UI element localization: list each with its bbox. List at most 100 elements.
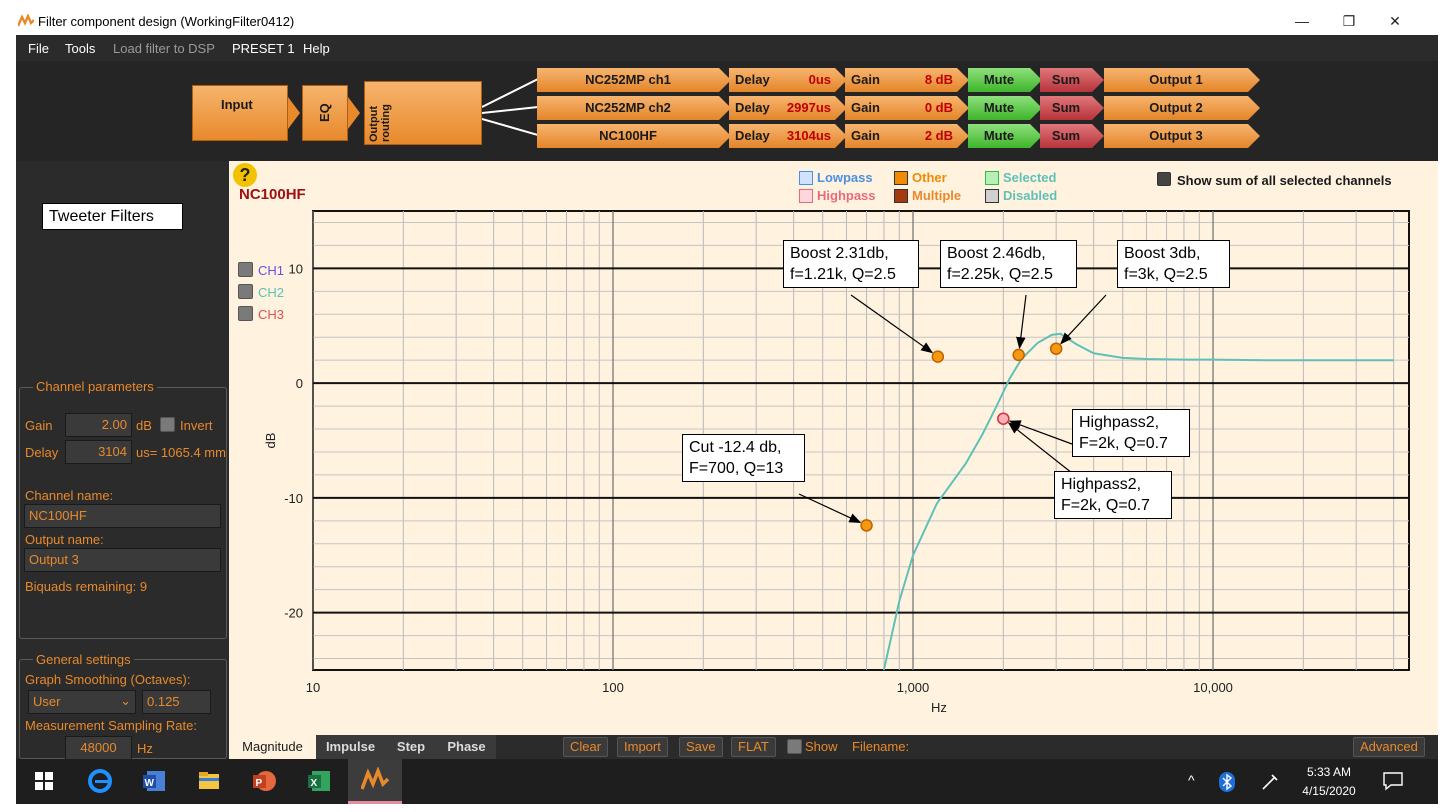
delay-input[interactable]: 3104 <box>65 440 132 464</box>
channel-2-name: NC252MP ch2 <box>585 100 671 115</box>
gain-label: Gain <box>851 100 880 115</box>
minimize-button[interactable]: — <box>1279 8 1325 35</box>
word-icon[interactable]: W <box>141 768 167 794</box>
show-checkbox[interactable] <box>787 739 802 754</box>
channel-3-delay[interactable]: Delay 3104us <box>729 124 847 148</box>
channel-2-gain[interactable]: Gain 0 dB <box>845 96 969 120</box>
signal-pipeline: Input EQ Output routing NC252MP ch1 Dela… <box>16 61 1438 161</box>
annotation-highpass-1-line2: F=2k, Q=0.7 <box>1079 435 1168 452</box>
menu-tools[interactable]: Tools <box>65 41 95 56</box>
smoothing-value-input[interactable]: 0.125 <box>142 690 211 714</box>
ch2-checkbox[interactable] <box>238 284 253 299</box>
powerpoint-icon[interactable]: P <box>251 768 277 794</box>
biquads-remaining: Biquads remaining: 9 <box>25 579 148 594</box>
disabled-legend-label: Disabled <box>1003 188 1058 203</box>
channel-3-output[interactable]: Output 3 <box>1104 124 1260 148</box>
input-block[interactable]: Input <box>192 85 288 141</box>
output-label: Output 2 <box>1149 100 1203 115</box>
filter-point <box>860 519 873 532</box>
tweeter-filters-note: Tweeter Filters <box>42 203 183 230</box>
y-tick-label: -20 <box>284 606 303 621</box>
channel-1-output[interactable]: Output 1 <box>1104 68 1260 92</box>
clear-button[interactable]: Clear <box>563 737 609 757</box>
windows-start-icon[interactable] <box>31 768 57 794</box>
excel-icon[interactable]: X <box>306 768 332 794</box>
tab-phase[interactable]: Phase <box>437 735 496 759</box>
lowpass-legend-swatch <box>799 171 813 185</box>
output-routing-label: Output routing <box>368 104 392 142</box>
bluetooth-icon[interactable] <box>1219 772 1235 792</box>
gain-label: Gain <box>25 418 53 433</box>
save-button[interactable]: Save <box>679 737 723 757</box>
clock-date[interactable]: 4/15/2020 <box>1294 784 1364 798</box>
import-button[interactable]: Import <box>617 737 668 757</box>
file-explorer-icon[interactable] <box>196 768 222 794</box>
mute-label: Mute <box>983 72 1015 87</box>
close-button[interactable]: ✕ <box>1372 8 1418 35</box>
edge-browser-icon[interactable] <box>87 768 113 794</box>
channel-3-sum[interactable]: Sum <box>1040 124 1104 148</box>
help-icon[interactable]: ? <box>233 163 257 187</box>
channel-2-mute[interactable]: Mute <box>968 96 1042 120</box>
channel-1-gain[interactable]: Gain 8 dB <box>845 68 969 92</box>
annotation-boost-2-line2: f=2.25k, Q=2.5 <box>947 266 1053 283</box>
application-window: Filter component design (WorkingFilter04… <box>16 8 1438 804</box>
ch3-checkbox[interactable] <box>238 306 253 321</box>
general-settings-legend: General settings <box>33 652 134 667</box>
annotation-boost-1-line2: f=1.21k, Q=2.5 <box>790 266 896 283</box>
y-tick-label: 10 <box>289 261 303 276</box>
eq-block[interactable]: EQ <box>302 85 348 141</box>
output-routing-block[interactable]: Output routing <box>364 81 482 145</box>
maximize-button[interactable]: ❐ <box>1326 8 1372 35</box>
channel-2-output[interactable]: Output 2 <box>1104 96 1260 120</box>
menu-load-filter[interactable]: Load filter to DSP <box>113 41 215 56</box>
multiple-legend-label: Multiple <box>912 188 962 203</box>
advanced-button[interactable]: Advanced <box>1353 737 1425 757</box>
svg-text:X: X <box>311 778 318 789</box>
channel-1-mute[interactable]: Mute <box>968 68 1042 92</box>
delay-value: 3104us <box>786 128 831 143</box>
tab-magnitude[interactable]: Magnitude <box>229 735 316 759</box>
mute-label: Mute <box>983 100 1015 115</box>
tab-step[interactable]: Step <box>385 735 437 759</box>
show-sum-checkbox[interactable] <box>1157 172 1171 186</box>
sampling-rate-input[interactable]: 48000 <box>65 736 132 760</box>
clock-time[interactable]: 5:33 AM <box>1294 765 1364 779</box>
annotation-highpass-1: Highpass2, F=2k, Q=0.7 <box>1072 409 1190 457</box>
channel-3-block[interactable]: NC100HF <box>537 124 731 148</box>
mute-label: Mute <box>983 128 1015 143</box>
channel-2-block[interactable]: NC252MP ch2 <box>537 96 731 120</box>
channel-3-gain[interactable]: Gain 2 dB <box>845 124 969 148</box>
menu-file[interactable]: File <box>28 41 49 56</box>
sum-label: Sum <box>1051 100 1081 115</box>
channel-2-sum[interactable]: Sum <box>1040 96 1104 120</box>
notification-center-icon[interactable] <box>1382 771 1404 791</box>
channel-3-mute[interactable]: Mute <box>968 124 1042 148</box>
left-panel: Tweeter Filters Channel parameters Gain … <box>16 161 229 760</box>
pen-icon[interactable] <box>1260 772 1280 792</box>
show-sum-label: Show sum of all selected channels <box>1177 173 1392 188</box>
channel-title: NC100HF <box>239 186 306 203</box>
ch3-label: CH3 <box>258 307 285 322</box>
ch1-checkbox[interactable] <box>238 262 253 277</box>
menu-preset[interactable]: PRESET 1 <box>232 41 295 56</box>
system-tray-expand-icon[interactable]: ^ <box>1188 772 1195 788</box>
flat-button[interactable]: FLAT <box>731 737 776 757</box>
smoothing-select[interactable]: User ⌄ <box>28 690 136 714</box>
channel-1-sum[interactable]: Sum <box>1040 68 1104 92</box>
channel-name-input[interactable]: NC100HF <box>24 504 221 528</box>
tab-impulse[interactable]: Impulse <box>316 735 385 759</box>
channel-1-delay[interactable]: Delay 0us <box>729 68 847 92</box>
output-name-input[interactable]: Output 3 <box>24 548 221 572</box>
annotation-boost-2: Boost 2.46db, f=2.25k, Q=2.5 <box>940 240 1077 288</box>
invert-checkbox[interactable] <box>160 417 175 432</box>
y-tick-label: -10 <box>284 491 303 506</box>
annotation-boost-1: Boost 2.31db, f=1.21k, Q=2.5 <box>783 240 919 288</box>
menu-help[interactable]: Help <box>303 41 330 56</box>
active-app-taskbar-button[interactable] <box>348 759 402 804</box>
channel-2-delay[interactable]: Delay 2997us <box>729 96 847 120</box>
gain-input[interactable]: 2.00 <box>65 413 132 437</box>
channel-1-block[interactable]: NC252MP ch1 <box>537 68 731 92</box>
annotation-boost-3-line1: Boost 3db, <box>1124 245 1201 262</box>
gain-label: Gain <box>851 128 880 143</box>
